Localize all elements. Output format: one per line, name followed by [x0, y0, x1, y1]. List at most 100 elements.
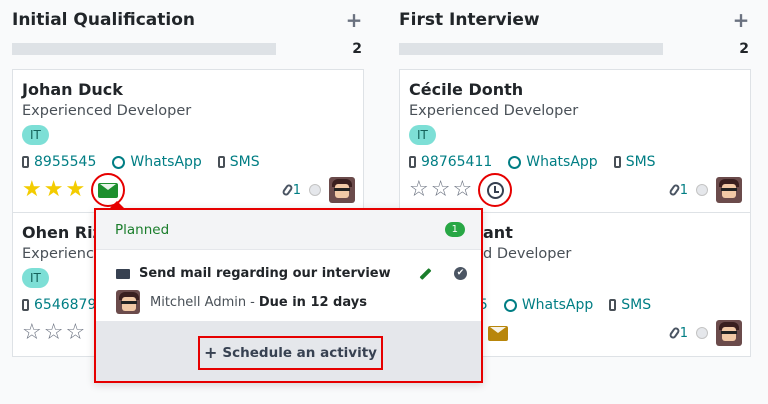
whatsapp-link[interactable]: WhatsApp — [508, 154, 598, 170]
activity-button[interactable] — [478, 173, 513, 207]
popover-footer: + Schedule an activity — [96, 322, 481, 381]
whatsapp-icon — [112, 155, 126, 169]
card-right-group: 1 — [280, 177, 355, 203]
card-right-group: 1 — [667, 177, 742, 203]
star-icon[interactable]: ★ — [22, 179, 42, 201]
job-title: d Developer — [483, 246, 572, 262]
applicant-name: Cécile Donth — [409, 80, 524, 99]
attachment-link[interactable]: 1 — [280, 182, 301, 198]
priority-stars: ☆ ☆ ☆ — [22, 322, 85, 344]
avatar[interactable] — [329, 177, 355, 203]
activity-title-row: Send mail regarding our interview ✔ — [116, 266, 467, 281]
attachment-link[interactable]: 1 — [667, 325, 688, 341]
whatsapp-link[interactable]: WhatsApp — [503, 297, 594, 313]
whatsapp-link[interactable]: WhatsApp — [112, 154, 202, 170]
applicant-card[interactable]: Johan Duck Experienced Developer IT 8955… — [12, 69, 364, 213]
activity-actions: ✔ — [419, 267, 467, 280]
activity-popover: Planned 1 Send mail regarding our interv… — [94, 201, 483, 383]
kanban-column-initial-qualification: Initial Qualification + 2 Johan Duck Exp… — [12, 0, 364, 357]
sms-link[interactable]: SMS — [609, 297, 651, 313]
attachment-link[interactable]: 1 — [667, 182, 688, 198]
sms-label: SMS — [229, 154, 260, 170]
envelope-icon — [116, 268, 130, 279]
star-icon[interactable]: ★ — [44, 179, 64, 201]
progress-bar[interactable] — [12, 43, 276, 55]
kanban-column-first-interview: First Interview + 2 Cécile Donth Experie… — [399, 0, 751, 357]
star-icon[interactable]: ☆ — [452, 179, 472, 201]
sms-label: SMS — [621, 297, 652, 313]
whatsapp-label: WhatsApp — [521, 297, 594, 313]
add-card-button[interactable]: + — [731, 8, 751, 32]
paperclip-icon — [667, 326, 681, 340]
activity-title: Send mail regarding our interview — [139, 266, 391, 281]
sms-link[interactable]: SMS — [217, 154, 260, 170]
priority-stars: ★ ★ ★ — [22, 179, 85, 201]
edit-pencil-icon[interactable] — [419, 267, 432, 280]
status-indicator[interactable] — [696, 327, 708, 339]
applicant-card[interactable]: Cécile Donth Experienced Developer IT 98… — [399, 69, 751, 213]
star-icon[interactable]: ☆ — [22, 322, 42, 344]
sms-label: SMS — [625, 154, 656, 170]
mobile-icon — [609, 299, 617, 311]
assignee-name: Mitchell Admin — [150, 294, 247, 310]
avatar[interactable] — [716, 177, 742, 203]
activity-button[interactable] — [485, 320, 511, 346]
whatsapp-label: WhatsApp — [130, 154, 202, 170]
sms-link[interactable]: SMS — [613, 154, 656, 170]
applicant-name: ant — [483, 223, 513, 242]
schedule-activity-button[interactable]: + Schedule an activity — [198, 336, 383, 370]
mark-done-check-icon[interactable]: ✔ — [454, 267, 467, 280]
tag-badge: IT — [22, 268, 49, 288]
schedule-activity-label: Schedule an activity — [222, 345, 377, 361]
plus-icon: + — [204, 343, 218, 362]
phone-link[interactable]: 65468798 — [22, 297, 105, 313]
column-progress: 2 — [399, 39, 751, 59]
phone-icon — [409, 156, 416, 168]
star-icon[interactable]: ☆ — [65, 322, 85, 344]
paperclip-icon — [280, 183, 294, 197]
planned-section-label: Planned — [115, 221, 170, 238]
attachment-count: 1 — [292, 182, 301, 198]
card-footer: ★ ★ ★ 1 — [22, 173, 355, 207]
column-header: First Interview + — [399, 0, 751, 40]
job-title: Experienced Developer — [22, 103, 192, 119]
job-title: Experienced Developer — [409, 103, 579, 119]
progress-bar[interactable] — [399, 43, 663, 55]
contact-row: 15 WhatsApp SMS — [470, 297, 651, 313]
whatsapp-icon — [508, 155, 522, 169]
phone-number: 8955545 — [34, 154, 97, 170]
job-title: Experience — [22, 246, 103, 262]
contact-row: 98765411 WhatsApp SMS — [409, 154, 656, 170]
envelope-icon — [488, 325, 508, 341]
column-title: First Interview — [399, 10, 540, 30]
paperclip-icon — [667, 183, 681, 197]
attachment-count: 1 — [679, 325, 688, 341]
activity-assignee-row: Mitchell Admin - Due in 12 days — [116, 290, 367, 314]
whatsapp-label: WhatsApp — [526, 154, 598, 170]
card-right-group: 1 — [667, 320, 742, 346]
avatar[interactable] — [716, 320, 742, 346]
tag-badge: IT — [22, 125, 49, 145]
avatar — [116, 290, 140, 314]
column-progress: 2 — [12, 39, 364, 59]
applicant-name: Johan Duck — [22, 80, 123, 99]
attachment-count: 1 — [679, 182, 688, 198]
activity-button[interactable] — [91, 173, 126, 207]
phone-link[interactable]: 98765411 — [409, 154, 492, 170]
popover-arrow — [109, 201, 125, 209]
star-icon[interactable]: ☆ — [409, 179, 429, 201]
phone-link[interactable]: 8955545 — [22, 154, 96, 170]
star-icon[interactable]: ☆ — [44, 322, 64, 344]
status-indicator[interactable] — [309, 184, 321, 196]
separator: - — [250, 294, 255, 310]
mobile-icon — [217, 156, 225, 168]
phone-number: 98765411 — [421, 154, 493, 170]
clock-icon — [486, 181, 504, 199]
add-card-button[interactable]: + — [344, 8, 364, 32]
due-date-text: Due in 12 days — [258, 294, 367, 310]
status-indicator[interactable] — [696, 184, 708, 196]
star-icon[interactable]: ★ — [65, 179, 85, 201]
column-header: Initial Qualification + — [12, 0, 364, 40]
star-icon[interactable]: ☆ — [431, 179, 451, 201]
priority-stars: ☆ ☆ ☆ — [409, 179, 472, 201]
